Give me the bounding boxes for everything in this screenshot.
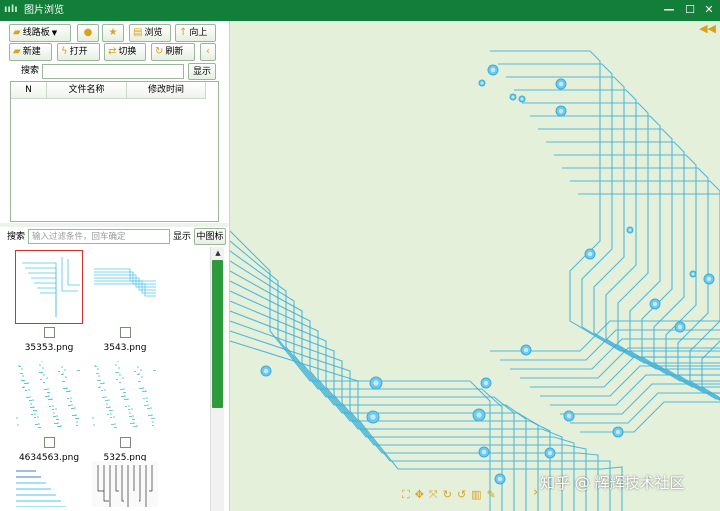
thumbnail-item[interactable]	[16, 361, 82, 433]
up-label: 向上	[189, 28, 208, 38]
thumbnail-label: 35353.png	[24, 343, 74, 353]
thumbnail-item[interactable]	[16, 461, 82, 507]
thumbnail-item[interactable]	[15, 250, 83, 324]
circle-down-icon: ●	[83, 27, 93, 38]
chevron-left-icon: ‹	[206, 46, 210, 57]
thumbnail-item[interactable]	[92, 461, 158, 507]
filter-label: 搜索	[7, 232, 26, 242]
thumbnail-image	[92, 461, 158, 507]
thumbnail-checkbox[interactable]	[44, 437, 55, 448]
thumbnail-grid: 35353.png 3543.png 4634563.png 5325.png	[10, 247, 210, 507]
thumbnail-image	[16, 361, 80, 428]
collapse-left-button[interactable]: ‹	[200, 43, 216, 61]
folder-icon: ▰	[13, 27, 21, 38]
viewer-toolbar: ⛶ ✥ ⤧ ↻ ↺ ▥ ✎	[402, 487, 496, 503]
thumbnail-checkbox[interactable]	[44, 327, 55, 338]
thumbnail-checkbox[interactable]	[120, 327, 131, 338]
switch-button[interactable]: ⇄ 切换	[104, 43, 146, 61]
browse-button[interactable]: ▤ 浏览	[129, 24, 171, 42]
navigate-button[interactable]: ●	[77, 24, 99, 42]
thumbnail-scrollbar[interactable]: ▲ ▼	[210, 247, 224, 511]
circuit-image	[230, 50, 720, 511]
file-table[interactable]: N 文件名称 修改时间	[10, 81, 219, 222]
watermark: 知乎 @ 辉辉技术社区	[540, 474, 685, 492]
image-viewer[interactable]: ◀◀ ⛶ ✥ ⤧ ↻ ↺ ▥ ✎ › 知乎 @ 辉辉技术社区	[229, 21, 720, 511]
title-bar: ıılı 图片浏览 — ☐ ✕	[0, 0, 720, 21]
left-pane: ▰ 线路板 ▼ ● ★ ▤ 浏览 ↑ 向上 ▰ 新建 ϟ 打开 ⇄ 切换 ↻ 刷…	[0, 21, 228, 511]
column-header-modified[interactable]: 修改时间	[127, 82, 206, 98]
thumbnail-item[interactable]	[92, 251, 158, 323]
search-input[interactable]	[42, 64, 184, 79]
search-label: 搜索	[21, 66, 40, 76]
new-folder-icon: ▰	[13, 46, 21, 57]
browse-icon: ▤	[133, 27, 143, 38]
switch-icon: ⇄	[108, 46, 117, 57]
thumbnail-image	[15, 250, 83, 324]
folder-dropdown[interactable]: ▰ 线路板 ▼	[9, 24, 71, 42]
thumbnail-item[interactable]	[92, 361, 158, 433]
search-show-label: 显示	[192, 66, 211, 77]
scrollbar-thumb[interactable]	[212, 260, 223, 408]
fit-grid-icon[interactable]: ✥	[415, 488, 424, 502]
delete-icon[interactable]: ▥	[471, 488, 481, 502]
maximize-button[interactable]: ☐	[683, 3, 697, 17]
thumbnail-image	[92, 361, 156, 428]
search-row: 搜索 显示	[0, 62, 228, 81]
fit-window-icon[interactable]: ⛶	[402, 488, 410, 502]
switch-label: 切换	[118, 47, 137, 57]
open-button[interactable]: ϟ 打开	[57, 43, 100, 61]
thumbnail-checkbox[interactable]	[120, 437, 131, 448]
filter-input[interactable]	[28, 229, 170, 244]
star-icon: ★	[108, 27, 118, 38]
window-title: 图片浏览	[24, 5, 64, 16]
browse-label: 浏览	[144, 28, 163, 38]
fullscreen-icon[interactable]: ⤧	[429, 488, 438, 502]
thumbnail-image	[94, 268, 156, 297]
folder-label: 线路板	[22, 28, 50, 38]
open-label: 打开	[69, 47, 88, 57]
filter-row: 搜索 显示 中图标	[0, 227, 228, 245]
rotate-right-icon[interactable]: ↻	[443, 488, 452, 502]
up-button[interactable]: ↑ 向上	[175, 24, 216, 42]
filter-show-label: 显示	[173, 232, 192, 242]
new-button[interactable]: ▰ 新建	[9, 43, 52, 61]
collapse-panel-icon[interactable]: ◀◀	[699, 22, 716, 35]
chevron-down-icon: ▼	[51, 29, 58, 37]
new-label: 新建	[22, 47, 41, 57]
column-header-filename[interactable]: 文件名称	[47, 82, 127, 98]
favorites-button[interactable]: ★	[102, 24, 124, 42]
search-show-button[interactable]: 显示	[188, 63, 216, 80]
minimize-button[interactable]: —	[662, 3, 676, 17]
view-mode-value: 中图标	[196, 231, 224, 242]
next-image-icon[interactable]: ›	[533, 485, 538, 500]
refresh-button[interactable]: ↻ 刷新	[151, 43, 195, 61]
close-button[interactable]: ✕	[702, 3, 716, 17]
rotate-left-icon[interactable]: ↺	[457, 488, 466, 502]
thumbnail-image	[16, 470, 66, 507]
file-table-header: N 文件名称 修改时间	[11, 82, 206, 99]
lightning-icon: ϟ	[61, 46, 68, 57]
chart-bars-icon: ıılı	[4, 4, 18, 15]
view-mode-select[interactable]: 中图标	[194, 228, 226, 245]
refresh-label: 刷新	[165, 47, 184, 57]
scroll-up-icon[interactable]: ▲	[211, 247, 225, 259]
arrow-up-icon: ↑	[179, 27, 188, 38]
edit-icon[interactable]: ✎	[487, 488, 496, 502]
thumbnail-label: 3543.png	[103, 343, 147, 353]
column-header-n[interactable]: N	[11, 82, 47, 98]
refresh-icon: ↻	[155, 46, 164, 57]
